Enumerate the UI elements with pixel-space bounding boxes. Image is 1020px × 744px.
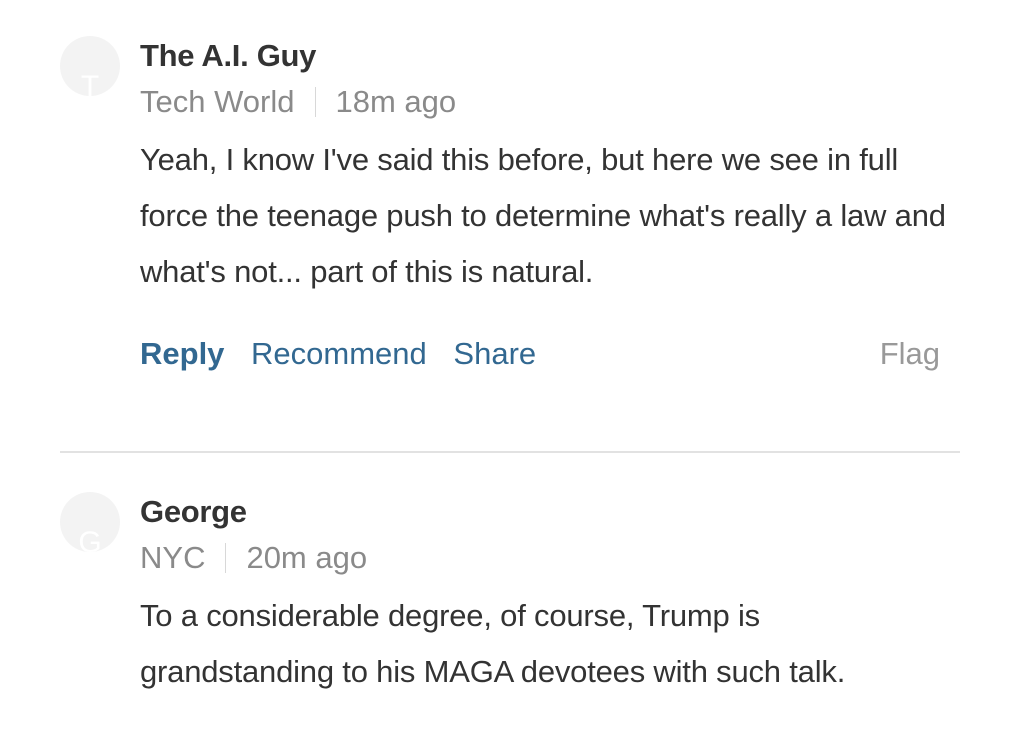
- avatar[interactable]: G: [60, 492, 120, 552]
- comment-content: George NYC 20m ago To a considerable deg…: [140, 492, 960, 700]
- comment-meta: Tech World 18m ago: [140, 82, 960, 122]
- comment-content: The A.I. Guy Tech World 18m ago Yeah, I …: [140, 36, 960, 374]
- comment-author[interactable]: The A.I. Guy: [140, 36, 960, 76]
- comment-body: Yeah, I know I've said this before, but …: [140, 142, 946, 289]
- comment-meta: NYC 20m ago: [140, 538, 960, 578]
- avatar[interactable]: T: [60, 36, 120, 96]
- avatar-initial: G: [78, 526, 102, 553]
- avatar-initial: T: [80, 70, 100, 97]
- comment-timestamp: 20m ago: [246, 540, 368, 575]
- comment-body: To a considerable degree, of course, Tru…: [140, 598, 846, 689]
- comment-location: Tech World: [140, 84, 295, 119]
- share-button[interactable]: Share: [453, 336, 536, 371]
- comment-actions: Reply Recommend Share Flag: [140, 334, 960, 374]
- comment-location: NYC: [140, 540, 206, 575]
- comment-divider: [60, 451, 960, 453]
- comment-timestamp: 18m ago: [335, 84, 457, 119]
- reply-button[interactable]: Reply: [140, 336, 224, 371]
- comment-author[interactable]: George: [140, 492, 960, 532]
- recommend-button[interactable]: Recommend: [251, 336, 427, 371]
- flag-button[interactable]: Flag: [880, 334, 940, 374]
- meta-separator: [225, 543, 227, 573]
- meta-separator: [314, 87, 316, 117]
